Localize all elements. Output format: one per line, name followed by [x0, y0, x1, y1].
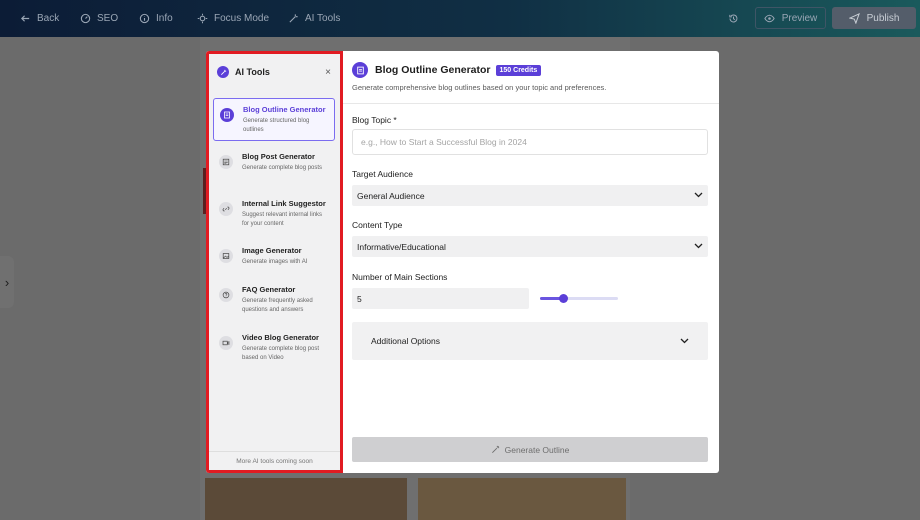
additional-options-toggle[interactable]: Additional Options: [352, 322, 708, 360]
info-label: Info: [156, 13, 173, 24]
generate-outline-button[interactable]: Generate Outline: [352, 437, 708, 462]
blog-topic-input[interactable]: [352, 129, 708, 155]
panel-header: Blog Outline Generator 150 Credits: [352, 62, 542, 78]
document-icon: [220, 108, 234, 122]
additional-options-label: Additional Options: [371, 336, 440, 346]
sidebar-footer-note: More AI tools coming soon: [236, 458, 313, 465]
tool-description: Generate complete blog post based on Vid…: [242, 346, 320, 361]
main-sections-label: Number of Main Sections: [352, 272, 448, 282]
main-sections-slider[interactable]: [540, 294, 618, 303]
video-icon: [219, 336, 233, 350]
chevron-right-icon: ›: [4, 274, 10, 290]
tool-name: Image Generator: [242, 246, 302, 255]
sidebar-item-internal-link-suggestor[interactable]: Internal Link Suggestor Suggest relevant…: [213, 193, 335, 236]
chevron-down-icon: [694, 242, 703, 251]
sun-icon: [197, 13, 208, 24]
info-button[interactable]: Info: [139, 0, 173, 37]
ai-tools-sidebar: AI Tools × Blog Outline Generator Genera…: [206, 51, 343, 473]
magic-wand-icon: [289, 14, 298, 23]
sidebar-item-video-blog-generator[interactable]: Video Blog Generator Generate complete b…: [213, 327, 335, 370]
sidebar-item-faq-generator[interactable]: FAQ Generator Generate frequently asked …: [213, 279, 335, 322]
sidebar-title: AI Tools: [235, 67, 270, 77]
publish-label: Publish: [866, 12, 900, 24]
target-audience-value: General Audience: [357, 190, 425, 201]
question-icon: [219, 288, 233, 302]
sidebar-item-blog-post-generator[interactable]: Blog Post Generator Generate complete bl…: [213, 146, 335, 189]
publish-button[interactable]: Publish: [832, 7, 916, 29]
focus-mode-label: Focus Mode: [214, 13, 270, 24]
ai-tools-button[interactable]: AI Tools: [288, 0, 340, 37]
seo-button[interactable]: SEO: [80, 0, 118, 37]
arrow-left-icon: [20, 15, 30, 22]
target-audience-label: Target Audience: [352, 169, 413, 179]
sidebar-header: AI Tools ×: [217, 64, 331, 80]
generate-outline-label: Generate Outline: [504, 444, 570, 455]
tool-description: Suggest relevant internal links for your…: [242, 212, 323, 227]
history-icon: [729, 14, 738, 23]
blog-topic-label: Blog Topic *: [352, 115, 397, 125]
tool-name: Video Blog Generator: [242, 333, 319, 342]
tool-description: Generate images with AI: [242, 259, 308, 265]
sidebar-item-blog-outline-generator[interactable]: Blog Outline Generator Generate structur…: [213, 98, 335, 141]
magic-wand-icon: [491, 445, 499, 453]
tool-description: Generate frequently asked questions and …: [242, 298, 313, 313]
focus-mode-button[interactable]: Focus Mode: [197, 0, 269, 37]
ai-tools-label: AI Tools: [305, 13, 341, 24]
background-image: [418, 478, 626, 520]
ai-logo-icon: [217, 66, 229, 78]
preview-label: Preview: [781, 12, 818, 24]
article-icon: [219, 155, 233, 169]
info-icon: [139, 13, 150, 24]
back-label: Back: [37, 13, 60, 24]
panel-subtitle: Generate comprehensive blog outlines bas…: [352, 83, 607, 92]
tool-name: Internal Link Suggestor: [242, 199, 326, 208]
seo-label: SEO: [97, 13, 119, 24]
expand-panel-button[interactable]: ›: [0, 256, 14, 308]
tool-name: Blog Outline Generator: [243, 105, 326, 114]
send-icon: [848, 12, 860, 24]
slider-handle[interactable]: [559, 294, 568, 303]
target-audience-select[interactable]: General Audience: [352, 185, 708, 206]
tool-description: Generate structured blog outlines: [243, 118, 310, 133]
content-type-value: Informative/Educational: [357, 241, 446, 252]
tool-description: Generate complete blog posts: [242, 165, 323, 171]
top-toolbar: Back SEO Info Focus Mode AI Tools Previe…: [0, 0, 920, 37]
main-sections-input[interactable]: 5: [352, 288, 529, 309]
ai-tools-modal: AI Tools × Blog Outline Generator Genera…: [206, 51, 719, 473]
history-button[interactable]: [728, 0, 739, 37]
content-type-select[interactable]: Informative/Educational: [352, 236, 708, 257]
sidebar-item-image-generator[interactable]: Image Generator Generate images with AI: [213, 240, 335, 276]
close-icon[interactable]: ×: [325, 67, 331, 78]
background-image: [205, 478, 407, 520]
divider: [343, 103, 719, 104]
panel-title: Blog Outline Generator: [375, 64, 491, 76]
chevron-down-icon: [694, 191, 703, 200]
eye-icon: [764, 14, 775, 22]
image-icon: [219, 249, 233, 263]
tool-name: Blog Post Generator: [242, 152, 315, 161]
preview-button[interactable]: Preview: [755, 7, 826, 29]
gauge-icon: [80, 13, 91, 24]
divider: [209, 451, 340, 452]
credits-badge: 150 Credits: [495, 64, 542, 76]
tool-name: FAQ Generator: [242, 285, 296, 294]
back-button[interactable]: Back: [20, 0, 59, 37]
document-icon: [352, 62, 368, 78]
chevron-down-icon: [680, 337, 689, 346]
link-icon: [219, 202, 233, 216]
tool-panel: Blog Outline Generator 150 Credits Gener…: [343, 51, 719, 473]
content-type-label: Content Type: [352, 220, 403, 230]
